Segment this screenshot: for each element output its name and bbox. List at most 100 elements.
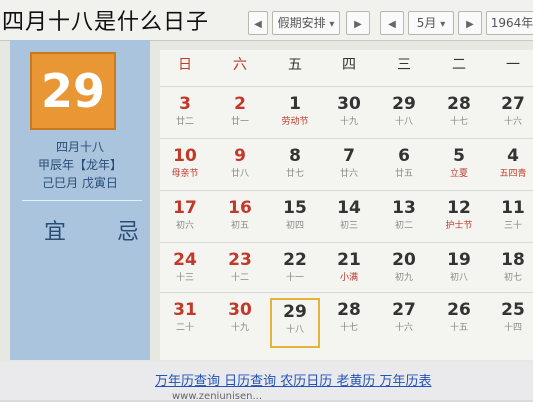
lunar-day: 劳动节 <box>281 117 309 127</box>
lunar-day: 廿七 <box>285 169 304 179</box>
day-number: 26 <box>447 300 471 320</box>
day-cell[interactable]: 7 廿六 <box>324 144 374 194</box>
lunar-day: 初三 <box>339 221 358 231</box>
lunar-day: 十六 <box>394 323 413 333</box>
day-cell[interactable]: 10 母亲节 <box>160 144 210 194</box>
day-cell[interactable]: 27 十六 <box>488 92 533 142</box>
day-cell[interactable]: 8 廿七 <box>270 144 320 194</box>
day-cell[interactable]: 13 初二 <box>379 196 429 246</box>
chevron-right-icon[interactable]: ▶ <box>346 11 370 35</box>
day-cell[interactable]: 18 初七 <box>488 248 533 298</box>
day-number: 23 <box>228 250 252 270</box>
day-cell[interactable]: 1 劳动节 <box>270 92 320 142</box>
day-number: 1 <box>289 94 301 114</box>
lunar-day: 十九 <box>339 117 358 127</box>
day-cell[interactable]: 12 护士节 <box>434 196 484 246</box>
day-number: 27 <box>501 94 525 114</box>
yi-ji-label: 宜 忌 <box>44 220 161 245</box>
weekday-header-cell: 四 <box>342 57 356 73</box>
day-cell[interactable]: 28 十七 <box>324 298 374 348</box>
footer-links[interactable]: 万年历查询 日历查询 农历日历 老黄历 万年历表 <box>155 370 432 389</box>
holiday-schedule-label: 假期安排 <box>277 16 326 30</box>
chevron-down-icon: ▾ <box>440 19 446 30</box>
lunar-day: 十七 <box>449 117 468 127</box>
holiday-schedule-select[interactable]: 假期安排 ▾ <box>272 11 340 35</box>
day-number: 28 <box>337 300 361 320</box>
weekday-header-cell: 日 <box>178 57 192 73</box>
month-next-button[interactable]: ▶ <box>458 11 482 35</box>
day-cell[interactable]: 30 十九 <box>324 92 374 142</box>
day-cell[interactable]: 20 初九 <box>379 248 429 298</box>
day-cell[interactable]: 15 初四 <box>270 196 320 246</box>
weekday-header-cell: 二 <box>452 57 466 73</box>
day-number: 11 <box>501 198 525 218</box>
day-cell[interactable]: 27 十六 <box>379 298 429 348</box>
day-cell[interactable]: 30 十九 <box>215 298 265 348</box>
day-cell[interactable]: 23 十二 <box>215 248 265 298</box>
day-number: 31 <box>173 300 197 320</box>
day-cell[interactable]: 26 十五 <box>434 298 484 348</box>
day-number: 29 <box>283 302 307 322</box>
lunar-day: 十二 <box>230 273 249 283</box>
day-number: 7 <box>343 146 355 166</box>
day-number: 10 <box>173 146 197 166</box>
screen: ◀ 假期安排 ▾ ▶ ◀ 5月 ▾ ▶ 1964年 四月十八是什么日子 29 四… <box>0 0 533 402</box>
lunar-day: 立夏 <box>449 169 468 179</box>
lunar-day: 二十 <box>175 323 194 333</box>
month-label: 5月 <box>416 16 437 30</box>
lunar-day: 十八 <box>285 325 304 335</box>
day-number: 27 <box>392 300 416 320</box>
lunar-day: 初二 <box>394 221 413 231</box>
day-cell[interactable]: 3 廿二 <box>160 92 210 142</box>
row-divider <box>160 138 533 139</box>
footer-url: www.zeniunisen... <box>172 391 263 402</box>
day-cell[interactable]: 22 十一 <box>270 248 320 298</box>
year-select[interactable]: 1964年 <box>486 11 533 35</box>
day-number: 30 <box>337 94 361 114</box>
lunar-day: 十一 <box>285 273 304 283</box>
day-cell[interactable]: 11 三十 <box>488 196 533 246</box>
day-cell[interactable]: 16 初五 <box>215 196 265 246</box>
day-number: 25 <box>501 300 525 320</box>
ganzhi-day: 己巳月 戊寅日 <box>42 176 118 190</box>
lunar-day: 五四青 <box>499 169 527 179</box>
day-cell-today[interactable]: 29 十八 <box>270 298 320 348</box>
year-label: 1964年 <box>490 16 533 30</box>
day-number: 29 <box>392 94 416 114</box>
lunar-day: 护士节 <box>445 221 473 231</box>
day-number: 2 <box>234 94 246 114</box>
weekday-header-cell: 三 <box>397 57 411 73</box>
chevron-left-icon[interactable]: ◀ <box>248 11 268 35</box>
day-cell[interactable]: 25 十四 <box>488 298 533 348</box>
day-number: 19 <box>447 250 471 270</box>
weekday-header-cell: 六 <box>233 57 247 73</box>
day-cell[interactable]: 6 廿五 <box>379 144 429 194</box>
day-cell[interactable]: 19 初八 <box>434 248 484 298</box>
day-cell[interactable]: 29 十八 <box>379 92 429 142</box>
lunar-day: 十三 <box>175 273 194 283</box>
page-title: 四月十八是什么日子 <box>2 10 210 35</box>
day-cell[interactable]: 9 廿八 <box>215 144 265 194</box>
day-cell[interactable]: 24 十三 <box>160 248 210 298</box>
weekday-header-cell: 五 <box>288 57 302 73</box>
day-cell[interactable]: 4 五四青 <box>488 144 533 194</box>
lunar-day: 三十 <box>503 221 522 231</box>
month-prev-button[interactable]: ◀ <box>380 11 404 35</box>
day-cell[interactable]: 14 初三 <box>324 196 374 246</box>
day-cell[interactable]: 17 初六 <box>160 196 210 246</box>
day-cell[interactable]: 28 十七 <box>434 92 484 142</box>
lunar-day: 初四 <box>285 221 304 231</box>
day-cell[interactable]: 31 二十 <box>160 298 210 348</box>
day-number: 14 <box>337 198 361 218</box>
row-divider <box>160 292 533 293</box>
day-number: 28 <box>447 94 471 114</box>
day-number: 13 <box>392 198 416 218</box>
month-select[interactable]: 5月 ▾ <box>408 11 454 35</box>
lunar-day: 初八 <box>449 273 468 283</box>
day-number: 6 <box>398 146 410 166</box>
day-number: 30 <box>228 300 252 320</box>
day-cell[interactable]: 5 立夏 <box>434 144 484 194</box>
day-number: 9 <box>234 146 246 166</box>
day-cell[interactable]: 2 廿一 <box>215 92 265 142</box>
day-cell[interactable]: 21 小满 <box>324 248 374 298</box>
